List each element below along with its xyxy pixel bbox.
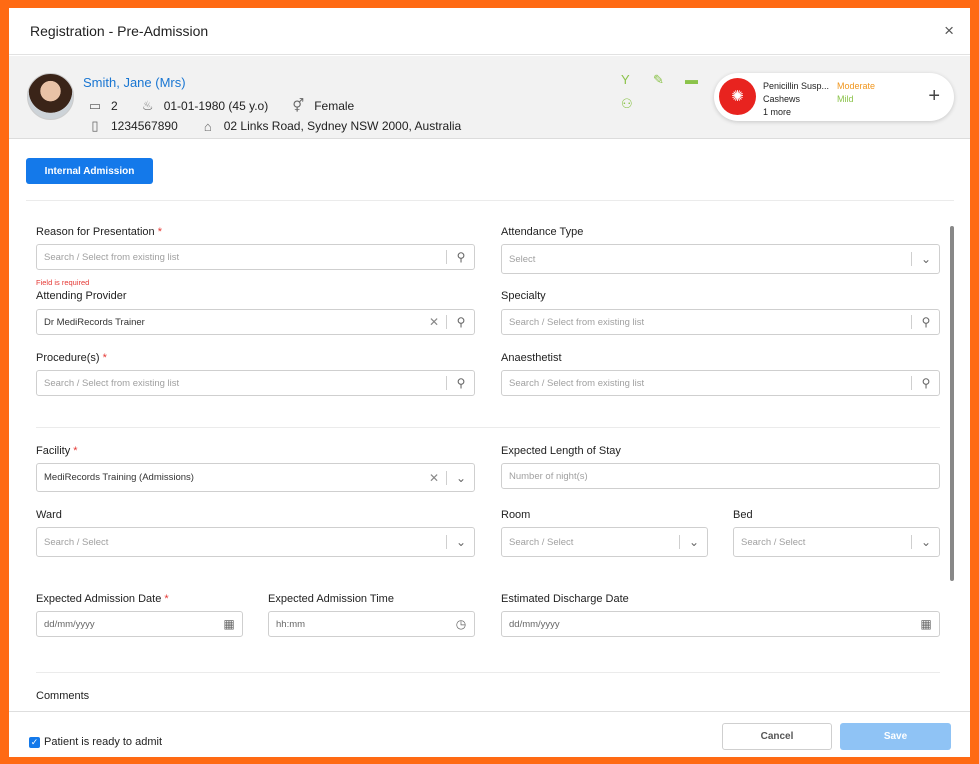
chevron-down-icon[interactable]: ⌄ [918,252,934,266]
specialty-search-input[interactable]: Search / Select from existing list ⚲ [501,309,940,335]
internal-admission-button[interactable]: Internal Admission [26,158,153,184]
admission-time-input[interactable]: hh:mm ◷ [268,611,475,637]
procedures-search-input[interactable]: Search / Select from existing list ⚲ [36,370,475,396]
reason-label: Reason for Presentation * [36,226,162,238]
ready-to-admit-checkbox[interactable]: ✓ [29,737,40,748]
chevron-down-icon[interactable]: ⌄ [453,471,469,485]
provider-label: Attending Provider [36,290,127,302]
divider [36,427,940,428]
allergy-name: Penicillin Susp... [763,81,830,91]
gender: Female [314,99,355,113]
clock-icon[interactable]: ◷ [453,617,469,631]
ward-label: Ward [36,509,62,521]
divider [36,672,940,673]
add-allergy-icon[interactable]: + [928,85,940,108]
length-of-stay-input[interactable]: Number of night(s) [501,463,940,489]
discharge-date-input[interactable]: dd/mm/yyyy ▦ [501,611,940,637]
reason-search-input[interactable]: Search / Select from existing list ⚲ [36,244,475,270]
bed-label: Bed [733,509,753,521]
allergy-severity: Moderate [837,81,876,91]
allergy-summary[interactable]: ✺ Penicillin Susp... Moderate Cashews Mi… [714,73,954,121]
scrollbar-thumb[interactable] [950,226,954,581]
search-icon[interactable]: ⚲ [453,376,469,390]
avatar [27,73,74,120]
search-icon[interactable]: ⚲ [453,250,469,264]
id-count: 2 [111,99,118,113]
id-card-icon: ▭ [88,98,102,113]
search-icon[interactable]: ⚲ [453,315,469,329]
save-button[interactable]: Save [840,723,951,750]
patient-status-icons: Y ✎ ▬ ⚇ [621,72,721,128]
modal-title: Registration - Pre-Admission [30,23,209,39]
comments-label: Comments [36,690,90,702]
admission-date-input[interactable]: dd/mm/yyyy ▦ [36,611,243,637]
phone-icon: ▯ [91,118,99,133]
ward-select[interactable]: Search / Select ⌄ [36,527,475,557]
attendance-label: Attendance Type [501,226,584,238]
ready-to-admit-label[interactable]: Patient is ready to admit [44,736,162,748]
reason-error-text: Field is required [36,278,90,287]
attending-provider-input[interactable]: Dr MediRecords Trainer ✕ ⚲ [36,309,475,335]
room-select[interactable]: Search / Select ⌄ [501,527,708,557]
anaesthetist-search-input[interactable]: Search / Select from existing list ⚲ [501,370,940,396]
procedures-label: Procedure(s) * [36,352,107,364]
calendar-icon[interactable]: ▦ [918,617,934,631]
clear-icon[interactable]: ✕ [428,471,440,485]
patient-details-row-1: ▭ 2 ♨ 01-01-1980 (45 y.o) ⚥ Female [87,98,354,114]
admission-time-label: Expected Admission Time [268,593,394,605]
search-icon[interactable]: ⚲ [918,315,934,329]
attendance-type-select[interactable]: Select ⌄ [501,244,940,274]
allergy-more[interactable]: 1 more [763,107,791,117]
close-icon[interactable]: × [944,21,954,41]
smoking-icon[interactable]: ✎ [653,72,664,88]
facility-label: Facility * [36,445,78,457]
date-of-birth: 01-01-1980 (45 y.o) [163,99,269,113]
contacts-icon[interactable]: ⚇ [621,96,633,112]
patient-name-link[interactable]: Smith, Jane (Mrs) [83,75,186,90]
clear-icon[interactable]: ✕ [428,315,440,329]
patient-banner: Smith, Jane (Mrs) ▭ 2 ♨ 01-01-1980 (45 y… [9,56,970,139]
facility-select[interactable]: MediRecords Training (Admissions) ✕ ⌄ [36,463,475,492]
chevron-down-icon[interactable]: ⌄ [686,535,702,549]
calendar-icon[interactable]: ▦ [221,617,237,631]
pre-admission-modal: Registration - Pre-Admission × Smith, Ja… [9,8,970,757]
modal-header: Registration - Pre-Admission × [9,8,970,55]
allergy-severity: Mild [837,94,854,104]
anaesthetist-label: Anaesthetist [501,352,562,364]
divider [26,200,954,201]
allergy-icon: ✺ [719,78,756,115]
admission-date-label: Expected Admission Date * [36,593,169,605]
address: 02 Links Road, Sydney NSW 2000, Australi… [223,119,462,133]
birthday-cake-icon: ♨ [141,98,154,113]
allergy-name: Cashews [763,94,801,104]
cancel-button[interactable]: Cancel [722,723,832,750]
specialty-label: Specialty [501,290,546,302]
patient-details-row-2: ▯ 1234567890 ⌂ 02 Links Road, Sydney NSW… [87,118,461,134]
bed-select[interactable]: Search / Select ⌄ [733,527,940,557]
room-label: Room [501,509,531,521]
gender-icon: ⚥ [292,98,305,113]
home-icon: ⌂ [203,118,212,134]
length-of-stay-label: Expected Length of Stay [501,445,621,457]
search-icon[interactable]: ⚲ [918,376,934,390]
discharge-date-label: Estimated Discharge Date [501,593,629,605]
phone-number: 1234567890 [111,119,178,133]
chevron-down-icon[interactable]: ⌄ [918,535,934,549]
cocktail-glass-icon[interactable]: Y [621,72,630,87]
card-icon[interactable]: ▬ [685,72,698,87]
chevron-down-icon[interactable]: ⌄ [453,535,469,549]
modal-footer: ✓ Patient is ready to admit Cancel Save [9,711,970,757]
